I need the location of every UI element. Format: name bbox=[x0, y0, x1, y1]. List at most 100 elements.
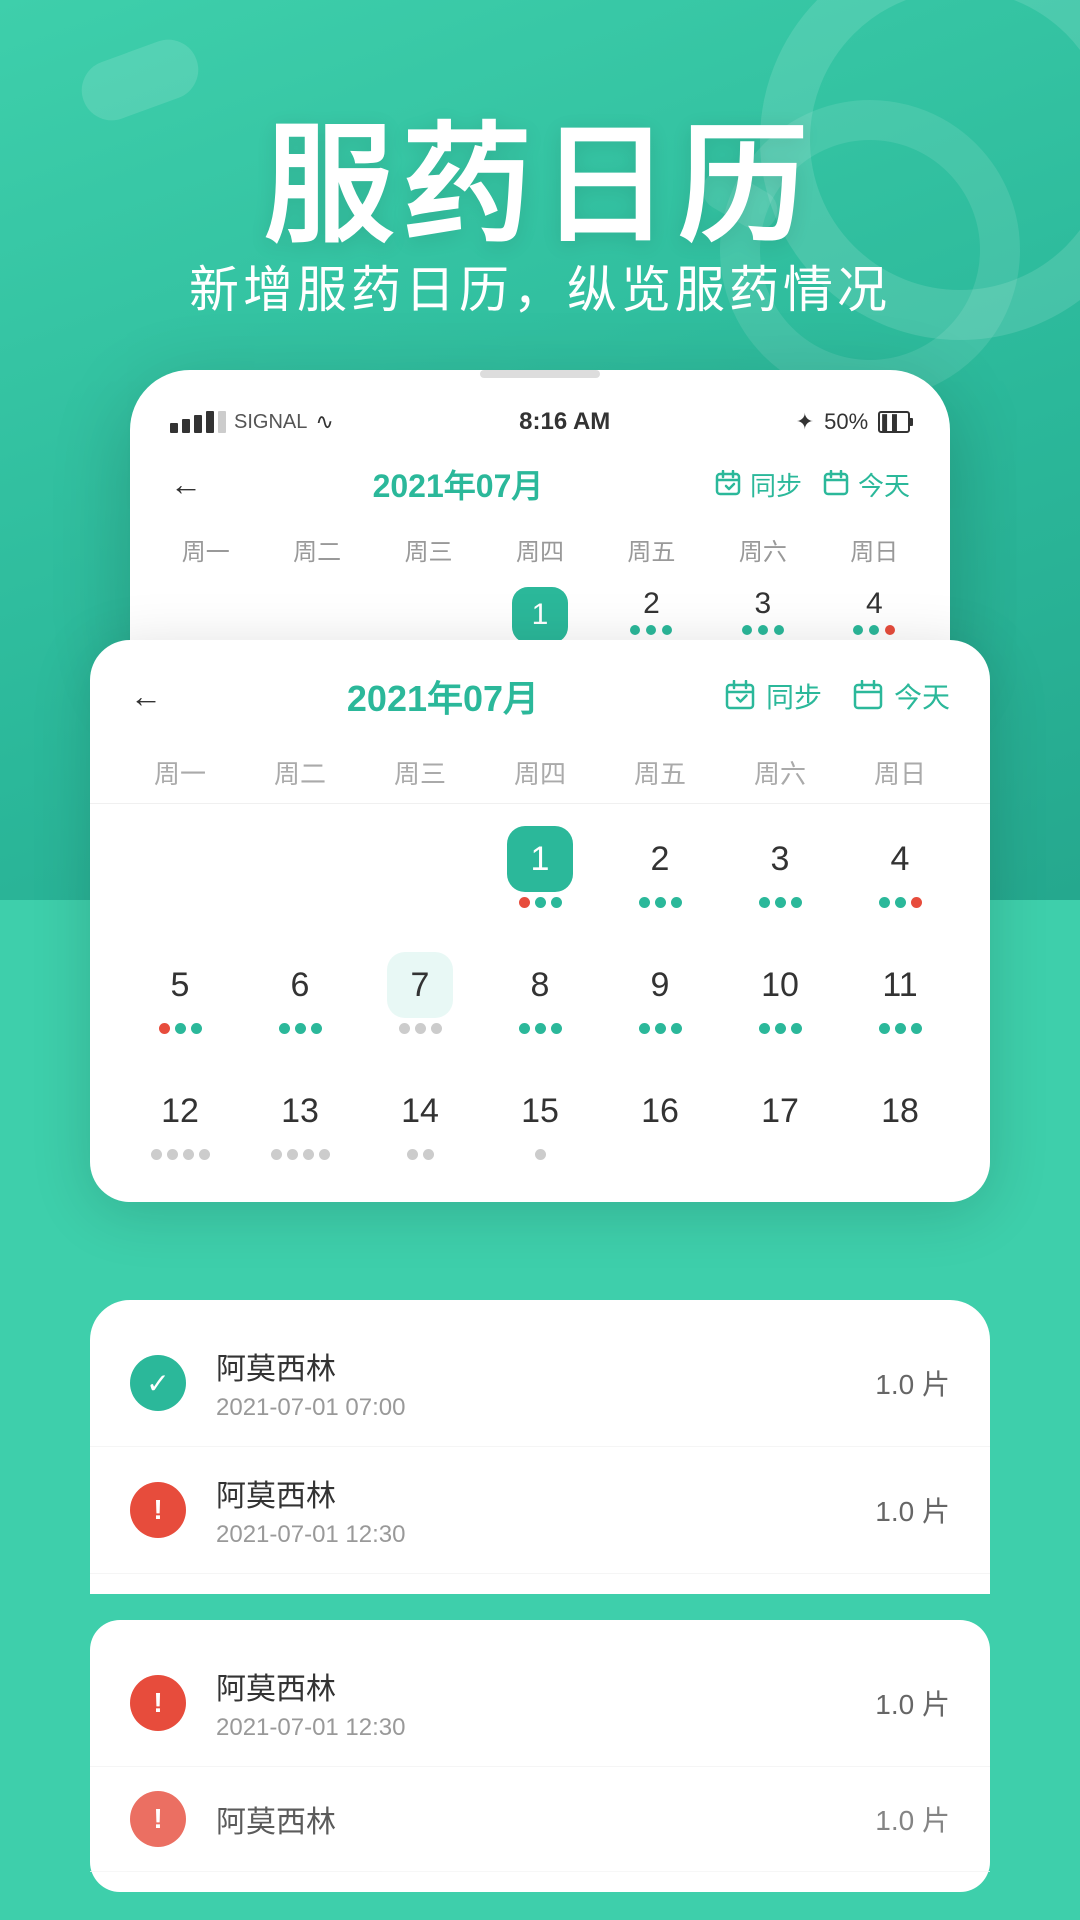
cal-row-3: 12 13 14 15 bbox=[90, 1056, 990, 1182]
hero-subtitle: 新增服药日历，纵览服药情况 bbox=[0, 250, 1080, 322]
hero-title: 服药日历 bbox=[0, 80, 1080, 268]
cal-week-sat: 周六 bbox=[720, 742, 840, 803]
signal-icon bbox=[170, 411, 226, 433]
med-status-check: ✓ bbox=[130, 1355, 186, 1411]
cal-sync-icon bbox=[724, 680, 756, 712]
dot-1-green1 bbox=[535, 897, 546, 908]
dot-1-red bbox=[519, 897, 530, 908]
med-info-3: 阿莫西林 2021-07-01 12:30 bbox=[216, 1664, 875, 1742]
med-time-1: 2021-07-01 07:00 bbox=[216, 1394, 875, 1422]
cal-date-empty2: 0 bbox=[240, 814, 360, 920]
cal-date-17[interactable]: 17 bbox=[720, 1066, 840, 1172]
cal-date-2[interactable]: 2 bbox=[600, 814, 720, 920]
cal-date-1[interactable]: 1 bbox=[480, 814, 600, 920]
med-info-2: 阿莫西林 2021-07-01 12:30 bbox=[216, 1471, 875, 1549]
notch-handle bbox=[480, 370, 600, 378]
signal-bar3 bbox=[194, 415, 202, 433]
cal-row-2: 5 6 7 8 bbox=[90, 930, 990, 1056]
signal-bar1 bbox=[170, 423, 178, 433]
med-name-2: 阿莫西林 bbox=[216, 1471, 875, 1515]
med-dosage-4: 1.0 片 bbox=[875, 1799, 950, 1839]
cal-today-button[interactable]: 今天 bbox=[852, 676, 950, 716]
cal-date-9[interactable]: 9 bbox=[600, 940, 720, 1046]
week-sun: 周日 bbox=[819, 522, 930, 577]
cal-date-6[interactable]: 6 bbox=[240, 940, 360, 1046]
cal-date-18[interactable]: 18 bbox=[840, 1066, 960, 1172]
week-wed: 周三 bbox=[373, 522, 484, 577]
cal-date-11[interactable]: 11 bbox=[840, 940, 960, 1046]
status-bar: SIGNAL ∿ 8:16 AM ✦ 50% ▌▌ bbox=[130, 388, 950, 446]
cal-date-10[interactable]: 10 bbox=[720, 940, 840, 1046]
time-display: 8:16 AM bbox=[519, 408, 610, 436]
med-name-3: 阿莫西林 bbox=[216, 1664, 875, 1708]
phone-header: ← 2021年07月 同步 今天 bbox=[130, 446, 950, 522]
med-time-2: 2021-07-01 12:30 bbox=[216, 1521, 875, 1549]
cal-week-fri: 周五 bbox=[600, 742, 720, 803]
today-button[interactable]: 今天 bbox=[822, 466, 910, 503]
calendar-title: 2021年07月 bbox=[347, 670, 539, 722]
signal-bar4 bbox=[206, 411, 214, 433]
week-thu: 周四 bbox=[484, 522, 595, 577]
medicine-item-3[interactable]: ! 阿莫西林 2021-07-01 12:30 1.0 片 bbox=[90, 1640, 990, 1767]
week-mon: 周一 bbox=[150, 522, 261, 577]
cal-row-1: 0 0 0 1 2 3 bbox=[90, 804, 990, 930]
cal-week-mon: 周一 bbox=[120, 742, 240, 803]
med-dosage-1: 1.0 片 bbox=[875, 1363, 950, 1403]
bluetooth-icon: ✦ bbox=[796, 409, 814, 435]
cal-date-empty1: 0 bbox=[120, 814, 240, 920]
status-right: ✦ 50% ▌▌ bbox=[796, 409, 910, 435]
wifi-icon: ∿ bbox=[315, 409, 333, 435]
dot-1-green2 bbox=[551, 897, 562, 908]
medicine-item-1[interactable]: ✓ 阿莫西林 2021-07-01 07:00 1.0 片 bbox=[90, 1320, 990, 1447]
cal-date-16[interactable]: 16 bbox=[600, 1066, 720, 1172]
week-tue: 周二 bbox=[261, 522, 372, 577]
med-dosage-3: 1.0 片 bbox=[875, 1683, 950, 1723]
cal-date-15[interactable]: 15 bbox=[480, 1066, 600, 1172]
today-icon bbox=[822, 470, 850, 498]
sync-icon bbox=[714, 470, 742, 498]
battery-label: 50% bbox=[824, 409, 868, 435]
cal-date-4[interactable]: 4 bbox=[840, 814, 960, 920]
cal-today-icon bbox=[852, 680, 884, 712]
cal-date-3[interactable]: 3 bbox=[720, 814, 840, 920]
cal-date-14[interactable]: 14 bbox=[360, 1066, 480, 1172]
cal-week-sun: 周日 bbox=[840, 742, 960, 803]
cal-date-5[interactable]: 5 bbox=[120, 940, 240, 1046]
cal-date-empty3: 0 bbox=[360, 814, 480, 920]
cal-sync-button[interactable]: 同步 bbox=[724, 676, 822, 716]
cal-date-7[interactable]: 7 bbox=[360, 940, 480, 1046]
phone-month-title: 2021年07月 bbox=[373, 461, 544, 507]
medicine-item-4[interactable]: ! 阿莫西林 1.0 片 bbox=[90, 1767, 990, 1872]
med-status-alert-2: ! bbox=[130, 1675, 186, 1731]
med-status-alert-1: ! bbox=[130, 1482, 186, 1538]
cal-date-13[interactable]: 13 bbox=[240, 1066, 360, 1172]
med-info-1: 阿莫西林 2021-07-01 07:00 bbox=[216, 1344, 875, 1422]
medicine-list-bottom: ! 阿莫西林 2021-07-01 12:30 1.0 片 ! 阿莫西林 1.0… bbox=[90, 1620, 990, 1892]
med-status-alert-3: ! bbox=[130, 1791, 186, 1847]
signal-bar2 bbox=[182, 419, 190, 433]
signal-label: SIGNAL bbox=[234, 411, 307, 434]
cal-actions: 同步 今天 bbox=[724, 676, 950, 716]
cal-back-button[interactable]: ← bbox=[130, 678, 162, 715]
med-time-3: 2021-07-01 12:30 bbox=[216, 1714, 875, 1742]
med-dosage-2: 1.0 片 bbox=[875, 1490, 950, 1530]
cal-date-8[interactable]: 8 bbox=[480, 940, 600, 1046]
medicine-item-2[interactable]: ! 阿莫西林 2021-07-01 12:30 1.0 片 bbox=[90, 1447, 990, 1574]
cal-week-row: 周一 周二 周三 周四 周五 周六 周日 bbox=[90, 742, 990, 804]
back-button[interactable]: ← bbox=[170, 466, 202, 503]
calendar-header: ← 2021年07月 同步 今天 bbox=[90, 640, 990, 742]
cal-sync-label: 同步 bbox=[766, 676, 822, 716]
week-row: 周一 周二 周三 周四 周五 周六 周日 bbox=[130, 522, 950, 577]
med-info-4: 阿莫西林 bbox=[216, 1797, 875, 1841]
cal-week-tue: 周二 bbox=[240, 742, 360, 803]
cal-date-12[interactable]: 12 bbox=[120, 1066, 240, 1172]
med-name-1: 阿莫西林 bbox=[216, 1344, 875, 1388]
status-left: SIGNAL ∿ bbox=[170, 409, 334, 435]
battery-icon: ▌▌ bbox=[878, 411, 910, 433]
calendar-card: ← 2021年07月 同步 今天 bbox=[90, 640, 990, 1202]
today-label: 今天 bbox=[858, 466, 910, 503]
sync-button[interactable]: 同步 bbox=[714, 466, 802, 503]
week-fri: 周五 bbox=[596, 522, 707, 577]
cal-week-thu: 周四 bbox=[480, 742, 600, 803]
sync-label: 同步 bbox=[750, 466, 802, 503]
